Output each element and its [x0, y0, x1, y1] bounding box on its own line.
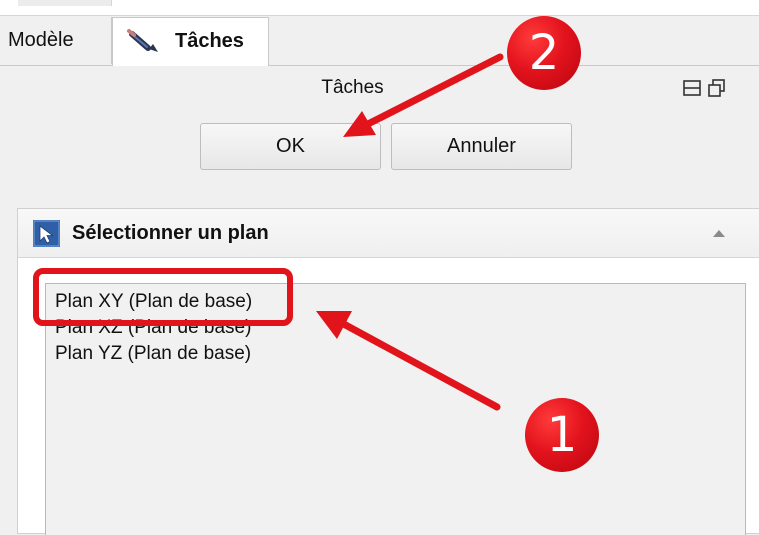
- tasks-panel: Tâches OK Annuler Sélectionner un plan P…: [0, 66, 759, 535]
- tab-tasks-label: Tâches: [175, 30, 244, 52]
- dock-icon[interactable]: [681, 77, 703, 99]
- pencil-icon: [127, 29, 158, 52]
- cancel-button[interactable]: Annuler: [391, 123, 572, 170]
- plane-list[interactable]: Plan XY (Plan de base) Plan XZ (Plan de …: [45, 283, 746, 535]
- tab-model[interactable]: Modèle: [0, 17, 112, 64]
- section-header[interactable]: Sélectionner un plan: [18, 209, 759, 258]
- top-strip-tab-fragment: [18, 0, 112, 6]
- window-top-strip: [0, 0, 759, 16]
- select-cursor-icon: [33, 220, 60, 247]
- list-item-plane-xz[interactable]: Plan XZ (Plan de base): [55, 316, 251, 340]
- float-window-icon[interactable]: [706, 77, 728, 99]
- ok-button[interactable]: OK: [200, 123, 381, 170]
- triangle-up-icon[interactable]: [711, 227, 727, 239]
- list-item-plane-xy[interactable]: Plan XY (Plan de base): [55, 290, 252, 314]
- panel-title: Tâches: [321, 77, 384, 98]
- tab-tasks[interactable]: Tâches: [112, 17, 269, 66]
- list-item-plane-yz[interactable]: Plan YZ (Plan de base): [55, 342, 251, 366]
- section-title: Sélectionner un plan: [72, 222, 269, 244]
- select-plane-section: Sélectionner un plan Plan XY (Plan de ba…: [17, 208, 759, 535]
- tab-model-label: Modèle: [8, 29, 74, 51]
- combo-view-tabbar: Modèle Tâches: [0, 17, 759, 66]
